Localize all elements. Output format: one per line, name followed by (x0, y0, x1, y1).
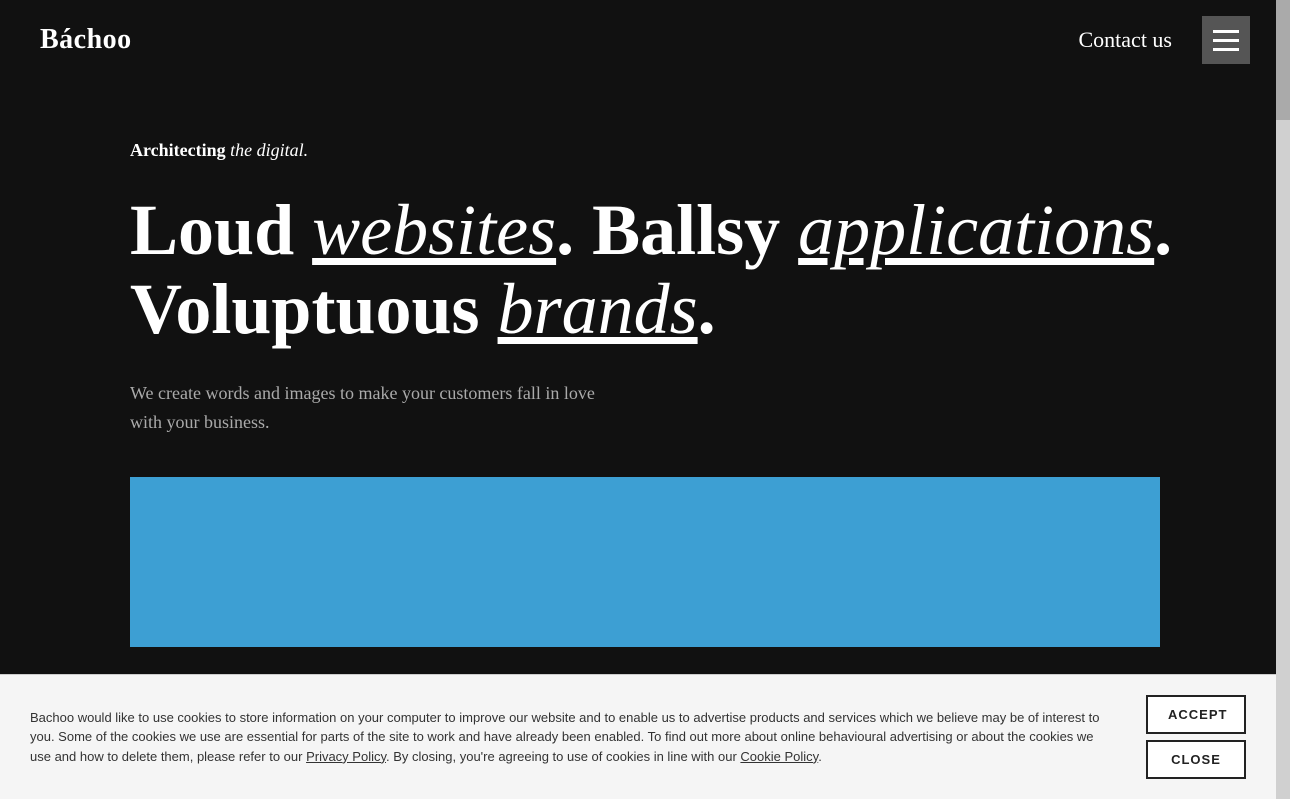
blue-section (130, 477, 1160, 647)
headline-punct1: . (556, 190, 592, 270)
architecting-italic: the digital. (226, 140, 309, 160)
headline-applications: applications (798, 190, 1154, 270)
headline-voluptuous: Voluptuous (130, 269, 498, 349)
headline-ballsy: Ballsy (592, 190, 798, 270)
headline-period: . (698, 269, 716, 349)
menu-icon-line3 (1213, 48, 1239, 51)
logo: Báchoo (40, 24, 132, 56)
cookie-text-part2: . By closing, you're agreeing to use of … (386, 749, 740, 764)
nav-right: Contact us (1079, 16, 1251, 64)
headline-brands: brands (498, 269, 698, 349)
contact-link[interactable]: Contact us (1079, 27, 1173, 53)
headline-loud: Loud (130, 190, 312, 270)
headline-punct2: . (1154, 190, 1172, 270)
headline-line2: Voluptuous brands. (130, 270, 1250, 349)
privacy-policy-link[interactable]: Privacy Policy (306, 749, 386, 764)
cookie-policy-link[interactable]: Cookie Policy (740, 749, 818, 764)
headline-websites: websites (312, 190, 556, 270)
scrollbar-track[interactable] (1276, 0, 1290, 799)
cookie-buttons: ACCEPT CLOSE (1146, 695, 1246, 779)
cookie-banner: Bachoo would like to use cookies to stor… (0, 674, 1276, 799)
architecting-tagline: Architecting the digital. (130, 140, 1250, 161)
scrollbar-thumb[interactable] (1276, 0, 1290, 120)
cookie-text: Bachoo would like to use cookies to stor… (30, 708, 1100, 767)
hero-subtext: We create words and images to make your … (130, 379, 610, 437)
navbar: Báchoo Contact us (0, 0, 1290, 80)
menu-icon-line2 (1213, 39, 1239, 42)
accept-button[interactable]: ACCEPT (1146, 695, 1246, 734)
menu-button[interactable] (1202, 16, 1250, 64)
headline-line1: Loud websites. Ballsy applications. (130, 191, 1250, 270)
close-button[interactable]: CLOSE (1146, 740, 1246, 779)
main-headline: Loud websites. Ballsy applications. Volu… (130, 191, 1250, 349)
menu-icon-line1 (1213, 30, 1239, 33)
architecting-bold: Architecting (130, 140, 226, 160)
hero-section: Architecting the digital. Loud websites.… (0, 80, 1290, 477)
cookie-text-part3: . (818, 749, 822, 764)
